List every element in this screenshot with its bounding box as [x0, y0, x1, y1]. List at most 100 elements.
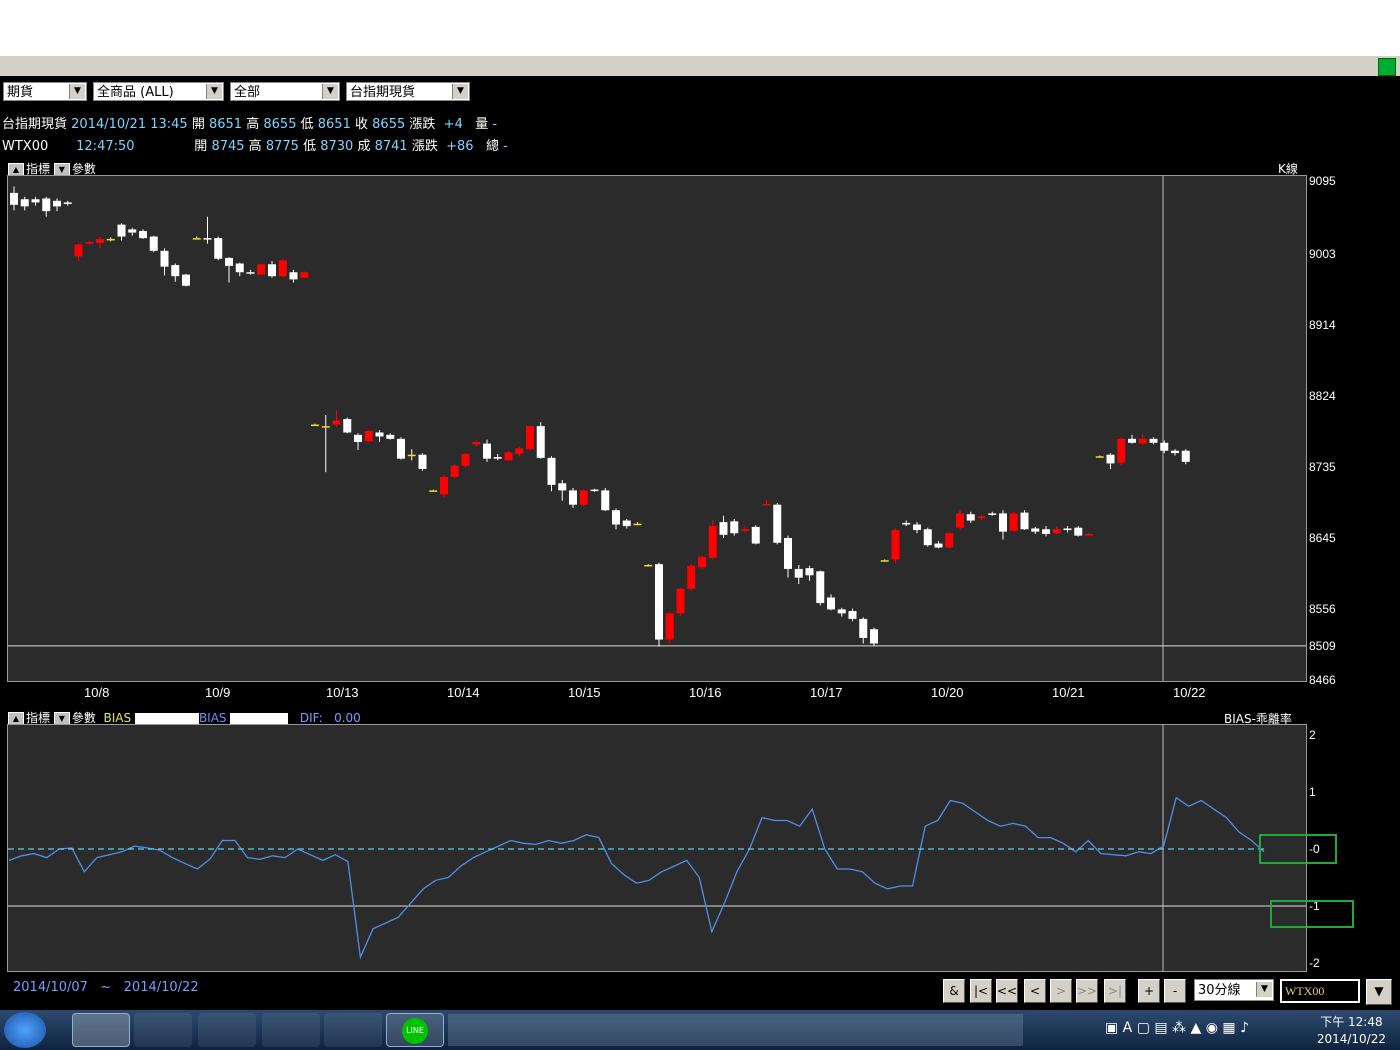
next-button[interactable]: > [1050, 979, 1072, 1003]
first-button[interactable]: |< [970, 979, 992, 1003]
candle [182, 274, 190, 286]
prev-page-button[interactable]: << [996, 979, 1018, 1003]
indicator-button[interactable]: 指標 [26, 162, 50, 176]
symbol-select[interactable]: 台指期現貨 ▼ [346, 82, 470, 101]
candle [278, 260, 287, 277]
candle [461, 453, 470, 466]
prev-button[interactable]: < [1024, 979, 1046, 1003]
app-icon[interactable] [198, 1013, 256, 1047]
price-tick-label: 8914 [1309, 317, 1336, 332]
candle [644, 564, 653, 567]
quote-close: 8655 [372, 117, 406, 132]
candle [784, 537, 792, 569]
bias-tick-label: -2 [1309, 956, 1320, 970]
candle [375, 432, 384, 437]
date-tick-label: 10/13 [326, 685, 359, 700]
price-tick-label: 9003 [1309, 246, 1336, 261]
folder-icon[interactable] [324, 1013, 382, 1047]
zoom-out-button[interactable]: - [1164, 979, 1186, 1003]
candle [837, 609, 846, 614]
candle [988, 513, 997, 515]
category-select-value: 全部 [234, 85, 261, 100]
indicator-button[interactable]: 指標 [26, 711, 50, 725]
quote-high: 8655 [263, 117, 297, 132]
quote-time: 2014/10/21 13:45 [71, 117, 188, 132]
symbol-input[interactable]: WTX00 [1280, 979, 1360, 1003]
candle [246, 272, 255, 274]
highlight-box-zero [1259, 834, 1337, 864]
bias-line [8, 796, 1265, 960]
candle [225, 257, 233, 266]
candle [289, 272, 298, 280]
bias-chart-panel[interactable] [7, 724, 1307, 972]
candle [1020, 512, 1029, 530]
candle [687, 565, 696, 589]
candle [966, 514, 975, 521]
highlight-box-minus-one [1270, 900, 1354, 928]
date-tick-label: 10/17 [810, 685, 843, 700]
date-tick-label: 10/21 [1052, 685, 1085, 700]
bias-value-box [134, 712, 199, 725]
next-page-button[interactable]: >> [1076, 979, 1098, 1003]
candle [870, 629, 878, 644]
candle [31, 199, 40, 203]
dropdown-arrow-icon[interactable]: ▼ [1366, 979, 1392, 1005]
market-select[interactable]: 期貨 ▼ [3, 82, 87, 101]
candle [493, 457, 502, 459]
browser-icon[interactable] [262, 1013, 320, 1047]
last-button[interactable]: >| [1104, 979, 1126, 1003]
grip-icon[interactable] [1378, 58, 1396, 76]
dif-value: 0.00 [334, 711, 361, 725]
candle [698, 557, 706, 568]
system-clock[interactable]: 下午 12:48 2014/10/22 [1317, 1014, 1386, 1048]
candle [311, 424, 319, 427]
candle [321, 426, 330, 428]
price-tick-label: 8509 [1309, 638, 1336, 653]
candle [1031, 528, 1040, 532]
candle [483, 443, 491, 459]
candlestick-chart [8, 176, 1306, 681]
candle [10, 192, 18, 205]
quote-row-spot: 台指期現貨 2014/10/21 13:45 開 8651 高 8655 低 8… [2, 117, 498, 132]
candle [794, 568, 803, 578]
chevron-down-icon: ▼ [452, 84, 468, 99]
interval-value: 30分線 [1198, 983, 1241, 998]
candle [203, 238, 212, 240]
category-select[interactable]: 全部 ▼ [230, 82, 340, 101]
candlestick-chart-panel[interactable] [7, 175, 1307, 682]
start-icon[interactable] [4, 1012, 46, 1048]
candle [20, 199, 29, 207]
candle [53, 200, 61, 207]
product-select[interactable]: 全商品 (ALL) ▼ [93, 82, 224, 101]
taskbar-window-buttons[interactable] [448, 1014, 1023, 1046]
symbol-select-value: 台指期現貨 [350, 85, 416, 100]
candle [601, 490, 610, 511]
media-player-icon[interactable] [134, 1013, 192, 1047]
candle [257, 264, 266, 275]
params-button[interactable]: 參數 [72, 162, 96, 176]
params-button[interactable]: 參數 [72, 711, 96, 725]
candle [268, 264, 276, 277]
candle [945, 533, 954, 548]
candle [1149, 438, 1158, 443]
amp-button[interactable]: & [943, 979, 965, 1003]
tray-icons[interactable]: ▣ A ▢ ▤ ⁂ ▲ ◉ ▦ ♪ [1105, 1020, 1249, 1036]
candle [999, 513, 1007, 532]
interval-select[interactable]: 30分線 ▼ [1194, 979, 1274, 1001]
candle [364, 430, 373, 442]
quote-change: +86 [446, 139, 474, 154]
candle [450, 465, 459, 477]
ie-icon[interactable] [72, 1013, 130, 1047]
candle [665, 613, 674, 640]
date-tick-label: 10/15 [568, 685, 601, 700]
clock-time: 下午 12:48 [1320, 1015, 1383, 1029]
candle [74, 244, 83, 257]
candle [880, 560, 889, 562]
quote-low: 8651 [317, 117, 351, 132]
chevron-down-icon: ▼ [322, 84, 338, 99]
line-icon[interactable]: LINE [386, 1013, 444, 1047]
zoom-in-button[interactable]: + [1138, 979, 1160, 1003]
market-select-value: 期貨 [7, 85, 34, 100]
clock-date: 2014/10/22 [1316, 1032, 1386, 1046]
candle [397, 438, 405, 459]
